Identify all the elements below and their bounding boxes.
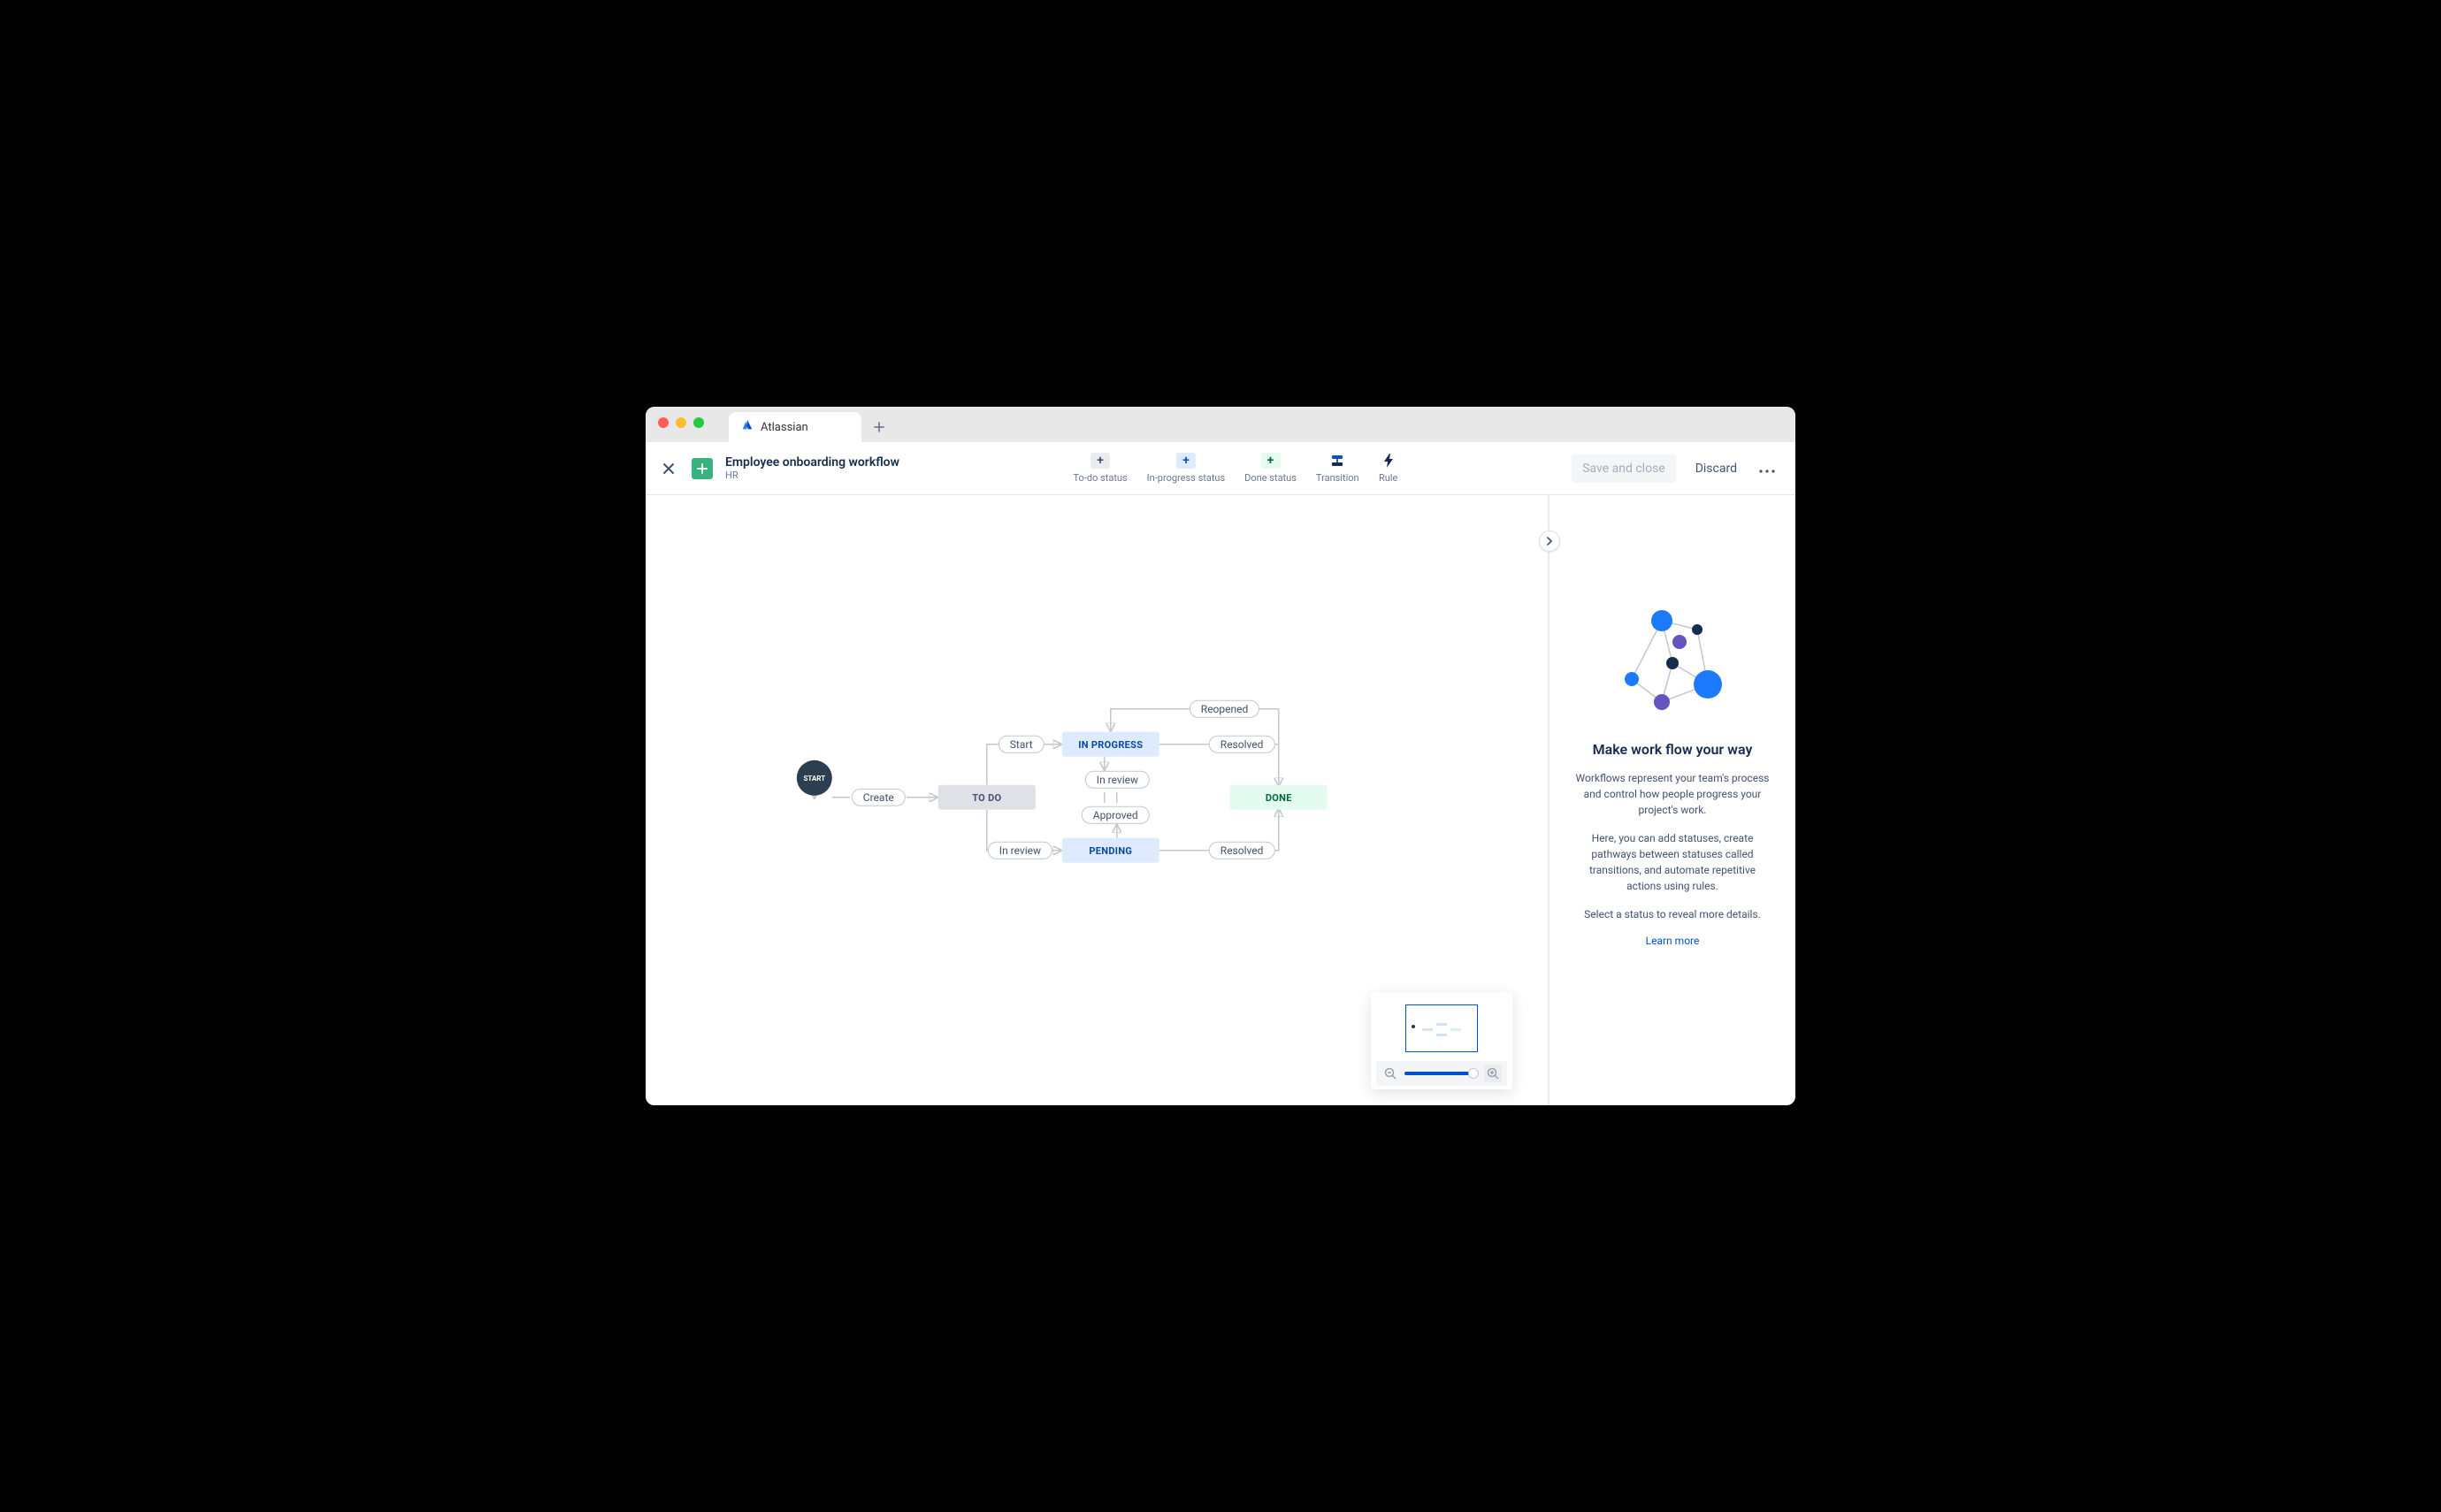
project-key: HR bbox=[725, 470, 899, 481]
tool-label: Rule bbox=[1379, 472, 1397, 484]
editor-topbar: Employee onboarding workflow HR + To-do … bbox=[646, 442, 1795, 495]
status-pending[interactable]: PENDING bbox=[1062, 838, 1159, 863]
plus-icon: + bbox=[1176, 453, 1196, 469]
action-buttons: Save and close Discard bbox=[1572, 454, 1778, 483]
minimap-node bbox=[1436, 1023, 1447, 1026]
tool-label: In-progress status bbox=[1147, 472, 1226, 484]
tool-label: Transition bbox=[1316, 472, 1359, 484]
browser-tab-title: Atlassian bbox=[761, 421, 808, 434]
transition-icon bbox=[1328, 453, 1347, 469]
status-todo[interactable]: TO DO bbox=[938, 785, 1036, 810]
close-window-button[interactable] bbox=[658, 417, 669, 428]
start-node[interactable]: START bbox=[797, 760, 832, 796]
plus-icon: + bbox=[1261, 453, 1281, 469]
minimize-window-button[interactable] bbox=[676, 417, 686, 428]
transition-resolved-top[interactable]: Resolved bbox=[1209, 736, 1275, 753]
traffic-lights bbox=[658, 417, 704, 428]
close-editor-button[interactable] bbox=[658, 458, 679, 479]
transition-resolved-bottom[interactable]: Resolved bbox=[1209, 842, 1275, 859]
tool-label: To-do status bbox=[1074, 472, 1128, 484]
side-panel-paragraph: Select a status to reveal more details. bbox=[1584, 906, 1761, 922]
side-panel: Make work flow your way Workflows repres… bbox=[1548, 495, 1795, 1105]
transition-approved[interactable]: Approved bbox=[1082, 806, 1150, 824]
save-and-close-button[interactable]: Save and close bbox=[1572, 454, 1676, 483]
add-rule-button[interactable]: Rule bbox=[1379, 453, 1398, 484]
new-tab-button[interactable] bbox=[867, 415, 891, 439]
mac-titlebar: Atlassian bbox=[646, 407, 1795, 442]
status-done[interactable]: DONE bbox=[1230, 785, 1328, 810]
side-panel-paragraph: Workflows represent your team's process … bbox=[1571, 770, 1774, 818]
status-in-progress[interactable]: IN PROGRESS bbox=[1062, 732, 1159, 757]
minimap-viewport[interactable] bbox=[1405, 1004, 1478, 1052]
tool-label: Done status bbox=[1244, 472, 1297, 484]
editor-body: START TO DO IN PROGRESS PENDING DONE Cre… bbox=[646, 495, 1795, 1105]
minimap-node bbox=[1436, 1034, 1447, 1036]
add-transition-button[interactable]: Transition bbox=[1316, 453, 1359, 484]
workflow-canvas[interactable]: START TO DO IN PROGRESS PENDING DONE Cre… bbox=[646, 495, 1548, 1105]
plus-icon: + bbox=[1090, 453, 1110, 469]
add-done-status-button[interactable]: + Done status bbox=[1244, 453, 1297, 484]
discard-button[interactable]: Discard bbox=[1685, 454, 1748, 483]
transition-reopened[interactable]: Reopened bbox=[1190, 700, 1259, 718]
learn-more-link[interactable]: Learn more bbox=[1646, 935, 1700, 947]
zoom-slider-thumb[interactable] bbox=[1468, 1068, 1479, 1079]
side-panel-title: Make work flow your way bbox=[1593, 741, 1753, 758]
project-meta: Employee onboarding workflow HR bbox=[725, 455, 899, 482]
workflow-graph: START TO DO IN PROGRESS PENDING DONE Cre… bbox=[797, 704, 1363, 934]
transition-create[interactable]: Create bbox=[852, 789, 906, 806]
project-icon bbox=[692, 458, 713, 479]
transition-in-review-bottom[interactable]: In review bbox=[988, 842, 1052, 859]
workflow-title: Employee onboarding workflow bbox=[725, 455, 899, 470]
transition-start[interactable]: Start bbox=[999, 736, 1045, 753]
zoom-in-button[interactable] bbox=[1484, 1065, 1502, 1082]
minimap[interactable] bbox=[1371, 992, 1512, 1089]
collapse-panel-button[interactable] bbox=[1539, 531, 1560, 552]
add-todo-status-button[interactable]: + To-do status bbox=[1074, 453, 1128, 484]
minimap-node bbox=[1422, 1028, 1433, 1031]
side-panel-paragraph: Here, you can add statuses, create pathw… bbox=[1571, 830, 1774, 894]
add-inprogress-status-button[interactable]: + In-progress status bbox=[1147, 453, 1226, 484]
app-window: Atlassian Employee onboarding workflow H… bbox=[646, 407, 1795, 1105]
minimap-node bbox=[1450, 1028, 1461, 1031]
zoom-slider[interactable] bbox=[1404, 1072, 1479, 1075]
lightning-icon bbox=[1379, 453, 1398, 469]
minimap-start-dot bbox=[1412, 1025, 1415, 1028]
transition-in-review-top[interactable]: In review bbox=[1085, 771, 1150, 789]
zoom-out-button[interactable] bbox=[1381, 1065, 1399, 1082]
maximize-window-button[interactable] bbox=[693, 417, 704, 428]
more-actions-button[interactable] bbox=[1756, 459, 1778, 477]
zoom-controls bbox=[1376, 1061, 1507, 1086]
browser-tab[interactable]: Atlassian bbox=[729, 412, 861, 442]
atlassian-logo-icon bbox=[741, 419, 754, 435]
network-illustration-icon bbox=[1611, 610, 1734, 720]
toolbar: + To-do status + In-progress status + Do… bbox=[912, 453, 1559, 484]
